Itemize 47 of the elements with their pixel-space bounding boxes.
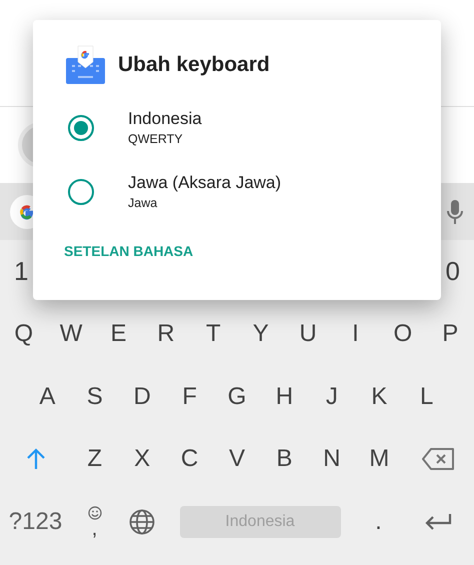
key[interactable]: Y <box>237 302 284 365</box>
key[interactable]: N <box>308 428 356 490</box>
key[interactable]: S <box>71 365 118 428</box>
key[interactable]: V <box>213 428 261 490</box>
key[interactable]: R <box>142 302 190 365</box>
key[interactable]: E <box>94 302 142 365</box>
globe-icon <box>128 509 154 535</box>
enter-icon <box>424 513 452 531</box>
key[interactable]: L <box>402 365 450 428</box>
key[interactable]: H <box>260 365 308 428</box>
key[interactable]: P <box>426 302 474 365</box>
period-key[interactable]: . <box>355 490 402 554</box>
key[interactable]: Z <box>71 428 118 490</box>
key[interactable]: O <box>379 302 427 365</box>
option-label: Indonesia <box>128 108 202 130</box>
key[interactable]: I <box>332 302 380 365</box>
key[interactable]: D <box>118 365 166 428</box>
language-option[interactable]: Jawa (Aksara Jawa) Jawa <box>33 160 441 224</box>
shift-arrow-icon <box>26 448 46 470</box>
radio-button[interactable] <box>68 179 94 205</box>
key[interactable]: B <box>260 428 308 490</box>
comma-key[interactable]: , <box>71 490 118 554</box>
key[interactable]: K <box>356 365 403 428</box>
key[interactable]: F <box>166 365 214 428</box>
key[interactable]: T <box>190 302 237 365</box>
key[interactable]: U <box>284 302 332 365</box>
key[interactable]: A <box>24 365 72 428</box>
number-key[interactable]: 0 <box>446 240 460 302</box>
option-layout: QWERTY <box>128 131 184 148</box>
number-key[interactable]: 1 <box>14 240 28 302</box>
key[interactable]: J <box>308 365 356 428</box>
key[interactable]: Q <box>0 302 48 365</box>
backspace-icon <box>422 448 454 470</box>
dialog-title: Ubah keyboard <box>118 52 270 78</box>
keyboard-app-icon <box>66 45 105 84</box>
option-label: Jawa (Aksara Jawa) <box>128 172 282 194</box>
key[interactable]: G <box>213 365 261 428</box>
key[interactable]: M <box>356 428 403 490</box>
microphone-icon[interactable] <box>446 198 464 224</box>
key[interactable]: W <box>47 302 95 365</box>
language-option[interactable]: Indonesia QWERTY <box>33 96 441 160</box>
key[interactable]: C <box>166 428 214 490</box>
option-layout: Jawa <box>128 195 158 212</box>
symbols-key[interactable]: ?123 <box>0 490 71 554</box>
key[interactable]: X <box>118 428 166 490</box>
smiley-icon <box>88 506 102 520</box>
radio-button[interactable] <box>68 115 94 141</box>
